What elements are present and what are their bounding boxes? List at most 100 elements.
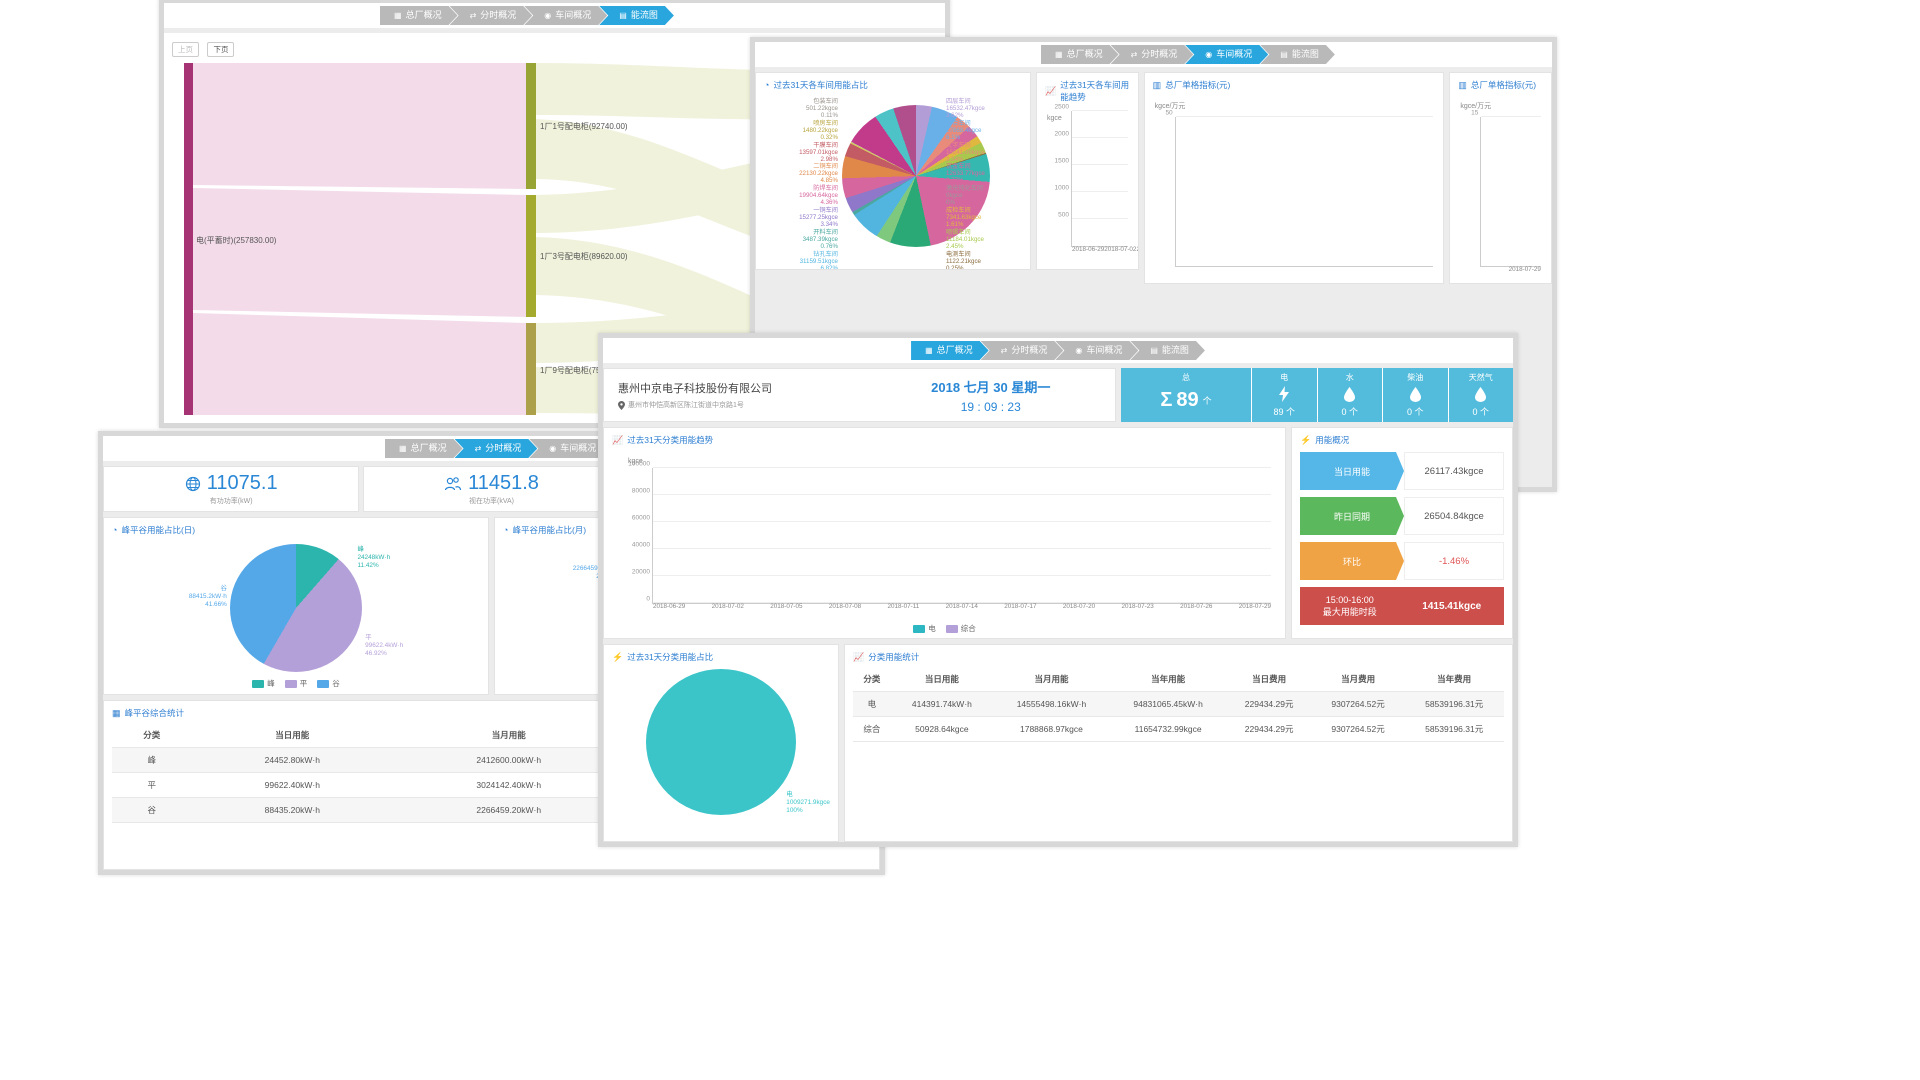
- lightning-icon: [1278, 386, 1290, 402]
- pie-icon: ◔: [503, 525, 508, 535]
- y-tick-label: 50: [1165, 110, 1172, 117]
- tab-总厂概况[interactable]: ▦总厂概况: [1041, 45, 1119, 64]
- x-tick-label: 2018-07-29: [1239, 603, 1271, 610]
- category-table-panel: 📈分类用能统计 分类当日用能当月用能当年用能当日费用当月费用当年费用电41439…: [844, 644, 1513, 842]
- y-tick-label: 20000: [632, 569, 650, 576]
- table-row[interactable]: 综合50928.64kgce1788868.97kgce11654732.99k…: [853, 717, 1504, 742]
- legend-item[interactable]: 谷: [317, 678, 340, 689]
- tab-icon: ▦: [394, 11, 402, 20]
- legend-item[interactable]: 平: [285, 678, 308, 689]
- x-tick-label: 2018-07-20: [1063, 603, 1095, 610]
- pie-legend: 峰平谷: [104, 678, 488, 689]
- meter-tile-电[interactable]: 电89 个: [1252, 368, 1317, 422]
- tab-icon: ◉: [1075, 346, 1082, 355]
- bar-chart-icon: ▥: [1458, 80, 1467, 91]
- stat-value: 11451.8: [468, 472, 539, 495]
- stat-active-power: 11075.1 有功功率(kW): [103, 466, 359, 512]
- pie-slice-label: 沉金车间12633.77kgce2.77%: [946, 164, 1028, 185]
- sankey-target-node-2: [526, 195, 536, 317]
- bar-chart-icon: ▥: [1153, 80, 1162, 91]
- x-tick-label: 2018-07-02: [712, 603, 744, 610]
- pie-slice-label: 文字车间15241.06kgce3.34%: [946, 143, 1028, 164]
- table-icon: ▦: [112, 708, 121, 719]
- legend-item[interactable]: 电: [913, 623, 936, 634]
- tab-车间概况[interactable]: ◉车间概况: [1055, 341, 1138, 360]
- x-tick-label: [757, 603, 770, 610]
- tou-pie-day-chart[interactable]: [230, 544, 362, 672]
- tab-icon: ⇄: [1131, 50, 1138, 59]
- table-header: 分类: [112, 723, 192, 748]
- tab-icon: ▦: [1055, 50, 1063, 59]
- x-tick-label: [1050, 603, 1063, 610]
- x-tick-label: 2018-07-14: [946, 603, 978, 610]
- energy-row-环比: 环比-1.46%: [1300, 542, 1504, 580]
- breadcrumb: ▦总厂概况⇄分时概况◉车间概况▤能流图: [164, 3, 945, 28]
- location-pin-icon: [618, 401, 625, 410]
- tab-icon: ▦: [925, 346, 933, 355]
- company-address: 惠州市仲恺高新区陈江街道中京路1号: [628, 400, 744, 410]
- stat-label: 有功功率(kW): [210, 496, 253, 506]
- tab-bar: ▦总厂概况⇄分时概况◉车间概况▤能流图: [911, 341, 1205, 360]
- tab-bar: ▦总厂概况⇄分时概况◉车间概况▤能流图: [1041, 45, 1335, 64]
- energy-row-max-period: 15:00-16:00最大用能时段1415.41kgce: [1300, 587, 1504, 625]
- tab-icon: ▤: [1280, 50, 1288, 59]
- x-tick-label: [874, 603, 887, 610]
- pie-slice-label: 喷房车间1480.22kgce0.32%: [758, 121, 838, 142]
- pie-slice-label: 开料车间3487.39kgce0.76%: [758, 230, 838, 251]
- pie-slice-label: 干膜车间13597.01kgce2.98%: [758, 143, 838, 164]
- unit-indicator-chart-1[interactable]: 50: [1175, 117, 1434, 267]
- tab-能流图[interactable]: ▤能流图: [599, 6, 674, 25]
- table-header: 当年费用: [1404, 667, 1504, 692]
- tab-总厂概况[interactable]: ▦总厂概况: [385, 439, 463, 458]
- table-row[interactable]: 电414391.74kW·h14555498.16kW·h94831065.45…: [853, 692, 1504, 717]
- meter-tile-柴油[interactable]: 柴油0 个: [1383, 368, 1448, 422]
- pie-slice-label: 喷锡车间11184.01kgce2.45%: [946, 230, 1028, 251]
- tab-分时概况[interactable]: ⇄分时概况: [981, 341, 1064, 360]
- tab-分时概况[interactable]: ⇄分时概况: [455, 439, 538, 458]
- tab-车间概况[interactable]: ◉车间概况: [524, 6, 607, 25]
- company-name: 惠州中京电子科技股份有限公司: [618, 380, 867, 396]
- tab-icon: ▤: [1150, 346, 1158, 355]
- meter-tile-天然气[interactable]: 天然气0 个: [1449, 368, 1514, 422]
- y-tick-label: 60000: [632, 515, 650, 522]
- meter-tile-总[interactable]: 总Σ89个: [1121, 368, 1251, 422]
- pie-icon: ◔: [764, 80, 769, 90]
- y-axis-unit: kgce: [1047, 115, 1062, 122]
- plug-icon: ⚡: [1300, 435, 1311, 446]
- x-tick-label: 2018-07-05: [1136, 246, 1138, 253]
- tab-能流图[interactable]: ▤能流图: [1130, 341, 1205, 360]
- tab-总厂概况[interactable]: ▦总厂概况: [911, 341, 989, 360]
- table-header: 当日费用: [1226, 667, 1311, 692]
- legend-item[interactable]: 峰: [252, 678, 275, 689]
- pie-label: 电1009271.9kgce100%: [786, 791, 830, 815]
- table-header: 当日用能: [891, 667, 993, 692]
- legend-item[interactable]: 综合: [946, 623, 976, 634]
- tab-车间概况[interactable]: ◉车间概况: [1185, 45, 1268, 64]
- tab-能流图[interactable]: ▤能流图: [1260, 45, 1335, 64]
- plug-icon: ⚡: [612, 652, 623, 663]
- panel-title: 总厂单格指标(元): [1471, 79, 1536, 91]
- x-tick-label: 2018-07-05: [770, 603, 802, 610]
- sankey-target-node-1: [526, 63, 536, 189]
- category-pie-chart[interactable]: [646, 669, 796, 815]
- table-header: 分类: [853, 667, 891, 692]
- y-tick-label: 500: [1058, 212, 1069, 219]
- tab-icon: ▤: [619, 11, 627, 20]
- tab-总厂概况[interactable]: ▦总厂概况: [380, 6, 458, 25]
- x-tick-label: 2018-07-17: [1004, 603, 1036, 610]
- company-info-card: 惠州中京电子科技股份有限公司 惠州市仲恺高新区陈江街道中京路1号 2018 七月…: [603, 368, 1116, 422]
- tab-分时概况[interactable]: ⇄分时概况: [450, 6, 533, 25]
- panel-title: 峰平谷综合统计: [125, 707, 185, 719]
- meter-tile-水[interactable]: 水0 个: [1318, 368, 1383, 422]
- daily-trend-chart[interactable]: 0200004000060000800001000002018-06-29201…: [652, 468, 1271, 604]
- sankey-target-label: 1厂1号配电柜(92740.00): [540, 121, 628, 131]
- tab-分时概况[interactable]: ⇄分时概况: [1111, 45, 1194, 64]
- line-chart-icon: 📈: [853, 652, 864, 663]
- workshop-trend-panel: 📈过去31天各车间用能趋势 kgce 500100015002000250020…: [1036, 72, 1139, 270]
- workshop-trend-chart[interactable]: 50010001500200025002018-06-292018-07-022…: [1071, 111, 1128, 247]
- stat-apparent-power: 11451.8 视在功率(kVA): [363, 466, 619, 512]
- tab-icon: ⇄: [470, 11, 477, 20]
- x-tick-label: [1154, 603, 1167, 610]
- unit-indicator-chart-2[interactable]: 152018-07-29: [1480, 117, 1541, 267]
- pie-slice-label: 一铜车间15277.25kgce3.34%: [758, 208, 838, 229]
